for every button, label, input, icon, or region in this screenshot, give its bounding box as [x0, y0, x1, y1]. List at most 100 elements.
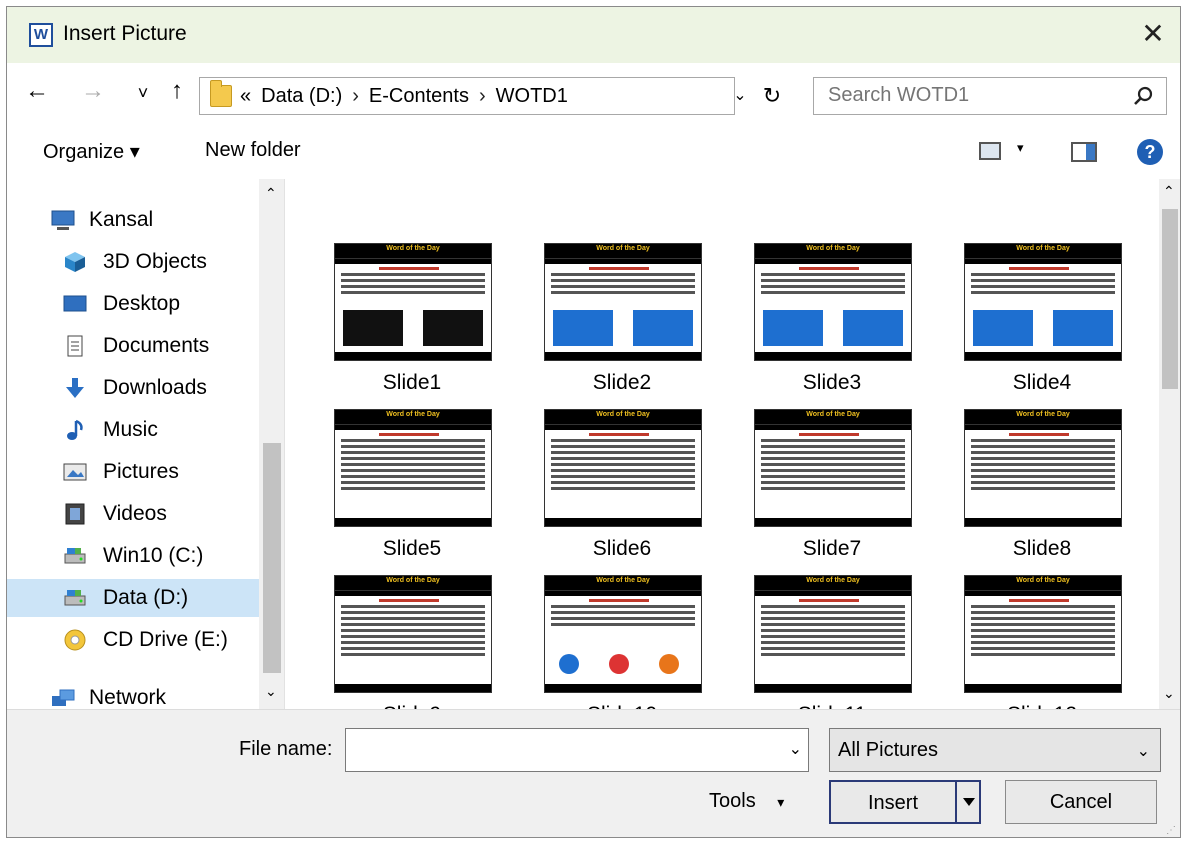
- organize-button[interactable]: Organize ▾: [43, 139, 140, 164]
- slide-header: Word of the Day: [755, 410, 911, 424]
- sidebar-item-label: Desktop: [103, 292, 181, 315]
- sidebar-item-network[interactable]: Network: [7, 679, 261, 709]
- change-view-icon[interactable]: [979, 142, 1001, 160]
- slide-header: Word of the Day: [545, 244, 701, 258]
- help-icon[interactable]: ?: [1137, 139, 1163, 165]
- navigation-pane-scrollbar[interactable]: ⌃ ⌄: [259, 179, 284, 709]
- computer-icon: [51, 209, 75, 231]
- scroll-down-chevron-icon[interactable]: ⌄: [265, 683, 277, 700]
- file-item-slide3[interactable]: Word of the Day Slide3: [742, 243, 922, 403]
- file-name-input[interactable]: [346, 729, 766, 769]
- insert-button[interactable]: Insert: [829, 780, 981, 824]
- forward-arrow-icon[interactable]: →: [79, 77, 107, 105]
- breadcrumb-item-data-drive[interactable]: Data (D:): [261, 85, 342, 108]
- videos-icon: [63, 503, 87, 525]
- file-type-select[interactable]: All Pictures ⌄: [829, 728, 1161, 772]
- drive-icon: [63, 545, 87, 567]
- scrollbar-thumb[interactable]: [1162, 209, 1178, 389]
- sidebar-item-kansal[interactable]: Kansal: [7, 201, 261, 239]
- file-item-slide2[interactable]: Word of the Day Slide2: [532, 243, 712, 403]
- slide-thumbnail: Word of the Day: [964, 409, 1122, 527]
- insert-options-chevron-icon[interactable]: [955, 782, 979, 822]
- file-item-label: Slide2: [592, 371, 652, 394]
- sidebar-item-cd-drive-e[interactable]: CD Drive (E:): [7, 621, 261, 659]
- breadcrumb-item-e-contents[interactable]: E-Contents: [369, 85, 469, 108]
- documents-icon: [63, 335, 87, 357]
- file-item-label: Slide6: [592, 537, 652, 560]
- recent-locations-chevron-icon[interactable]: ˅: [129, 83, 157, 104]
- file-item-slide5[interactable]: Word of the Day Slide5: [322, 409, 502, 569]
- file-list-scrollbar[interactable]: ⌃ ⌄: [1159, 179, 1180, 709]
- new-folder-button[interactable]: New folder: [205, 139, 301, 162]
- slide-thumbnail: Word of the Day: [544, 243, 702, 361]
- slide-header: Word of the Day: [545, 410, 701, 424]
- file-item-slide9[interactable]: Word of the DaySlide9: [322, 575, 502, 709]
- music-note-icon: [63, 419, 87, 441]
- slide-thumbnail: Word of the Day: [334, 409, 492, 527]
- pictures-icon: [63, 461, 87, 483]
- scrollbar-thumb[interactable]: [263, 443, 281, 673]
- file-type-selected-value: All Pictures: [838, 739, 939, 761]
- slide-thumbnail: Word of the Day: [754, 243, 912, 361]
- sidebar-item-pictures[interactable]: Pictures: [7, 453, 261, 491]
- sidebar-item-label: 3D Objects: [103, 250, 207, 273]
- sidebar-item-downloads[interactable]: Downloads: [7, 369, 261, 407]
- sidebar-item-data-d[interactable]: Data (D:): [7, 579, 261, 617]
- command-toolbar: Organize ▾ New folder ▾ ?: [7, 127, 1180, 179]
- sidebar-item-label: CD Drive (E:): [103, 628, 228, 651]
- title-bar: W Insert Picture ✕: [7, 7, 1180, 63]
- sidebar-item-win10-c[interactable]: Win10 (C:): [7, 537, 261, 575]
- sidebar-item-desktop[interactable]: Desktop: [7, 285, 261, 323]
- resize-grip-icon[interactable]: ⋰: [1166, 825, 1176, 836]
- breadcrumb-overflow[interactable]: «: [240, 85, 251, 108]
- scroll-down-chevron-icon[interactable]: ⌄: [1163, 685, 1175, 702]
- slide-header: Word of the Day: [335, 410, 491, 424]
- network-icon: [51, 687, 75, 709]
- search-input[interactable]: [814, 78, 1114, 112]
- scroll-up-chevron-icon[interactable]: ⌃: [265, 185, 277, 202]
- file-name-dropdown-icon[interactable]: ⌄: [789, 739, 802, 759]
- sidebar-item-3d-objects[interactable]: 3D Objects: [7, 243, 261, 281]
- refresh-icon[interactable]: ↻: [757, 77, 787, 115]
- breadcrumb-separator[interactable]: ›: [352, 85, 359, 108]
- sidebar-item-documents[interactable]: Documents: [7, 327, 261, 365]
- file-item-label: Slide1: [382, 371, 442, 394]
- file-item-slide12[interactable]: Word of the DaySlide12: [952, 575, 1132, 709]
- slide-header: Word of the Day: [545, 576, 701, 590]
- sidebar-item-label: Network: [89, 686, 167, 709]
- view-options-chevron-icon[interactable]: ▾: [1017, 140, 1024, 156]
- cube-icon: [63, 251, 87, 273]
- file-item-slide1[interactable]: Word of the Day Slide1: [322, 243, 502, 403]
- slide-thumbnail: Word of the Day: [964, 243, 1122, 361]
- address-dropdown-icon[interactable]: ⌄: [725, 77, 755, 115]
- file-item-slide8[interactable]: Word of the Day Slide8: [952, 409, 1132, 569]
- address-bar[interactable]: « Data (D:) › E-Contents › WOTD1: [199, 77, 735, 115]
- up-folder-arrow-icon[interactable]: ↑: [163, 77, 191, 105]
- navigation-bar: ← → ˅ ↑ « Data (D:) › E-Contents › WOTD1…: [7, 63, 1180, 127]
- search-icon[interactable]: [1132, 85, 1154, 107]
- slide-thumbnail: Word of the Day: [544, 409, 702, 527]
- sidebar-item-videos[interactable]: Videos: [7, 495, 261, 533]
- slide-thumbnail: Word of the Day: [334, 243, 492, 361]
- sidebar-item-music[interactable]: Music: [7, 411, 261, 449]
- breadcrumb-item-wotd1[interactable]: WOTD1: [496, 85, 568, 108]
- file-item-slide6[interactable]: Word of the Day Slide6: [532, 409, 712, 569]
- close-button[interactable]: ✕: [1134, 15, 1172, 53]
- slide-header: Word of the Day: [335, 576, 491, 590]
- file-item-slide11[interactable]: Word of the DaySlide11: [742, 575, 922, 709]
- preview-pane-icon[interactable]: [1071, 142, 1097, 162]
- back-arrow-icon[interactable]: ←: [23, 77, 51, 105]
- scroll-up-chevron-icon[interactable]: ⌃: [1163, 183, 1175, 200]
- slide-thumbnail: Word of the Day: [754, 575, 912, 693]
- sidebar-item-label: Music: [103, 418, 158, 441]
- file-item-slide10[interactable]: Word of the DaySlide10: [532, 575, 712, 709]
- tools-chevron-icon: ▾: [777, 794, 785, 810]
- file-item-slide7[interactable]: Word of the Day Slide7: [742, 409, 922, 569]
- cancel-button[interactable]: Cancel: [1005, 780, 1157, 824]
- sidebar-item-label: Pictures: [103, 460, 179, 483]
- breadcrumb-separator[interactable]: ›: [479, 85, 486, 108]
- file-item-label: Slide3: [802, 371, 862, 394]
- tools-button[interactable]: Tools ▾: [709, 790, 784, 813]
- breadcrumb: « Data (D:) › E-Contents › WOTD1: [240, 85, 568, 108]
- file-item-slide4[interactable]: Word of the Day Slide4: [952, 243, 1132, 403]
